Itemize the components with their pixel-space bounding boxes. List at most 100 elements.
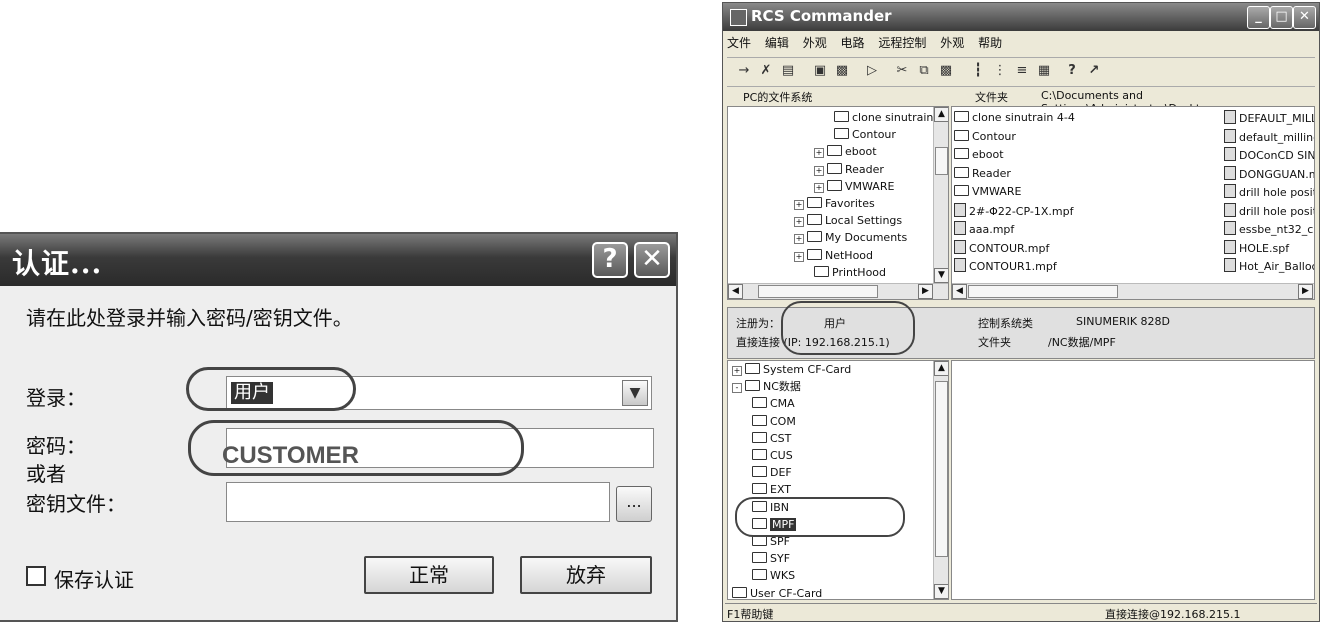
minimize-icon[interactable]: _ [1247, 6, 1270, 29]
pc-tree-pane[interactable]: ▲ ▼ ◀ ▶ clone sinutrain Contour + eboot + Rea… [727, 106, 949, 300]
expand-icon[interactable]: + [794, 217, 804, 228]
hscroll-thumb[interactable] [758, 285, 878, 298]
menu-edit[interactable]: 编辑 [765, 36, 789, 50]
cut-icon[interactable]: ✂ [893, 62, 911, 80]
rename-icon[interactable]: ┇ [969, 62, 987, 80]
save-icon[interactable]: ▤ [779, 62, 797, 80]
paste-icon[interactable]: ▩ [937, 62, 955, 80]
pc-file-list-pane[interactable]: ◀ ▶ clone sinutrain 4-4 Contour eboot Reade… [951, 106, 1315, 300]
help-icon[interactable]: ? [1063, 62, 1081, 80]
tree-item[interactable]: User CF-Card [732, 586, 822, 599]
context-help-icon[interactable]: ↗ [1085, 62, 1103, 80]
scroll-right-icon[interactable]: ▶ [918, 284, 933, 299]
scroll-down-icon[interactable]: ▼ [934, 268, 948, 283]
menu-help[interactable]: 帮助 [978, 36, 1002, 50]
list-item[interactable]: DOConCD SIN [1224, 147, 1314, 164]
scroll-thumb[interactable] [935, 147, 948, 175]
tree-item[interactable]: SYF [752, 551, 790, 567]
list-item[interactable]: DONGGUAN.m [1224, 165, 1314, 183]
tree-item[interactable]: + Reader [814, 162, 884, 178]
save-auth-checkbox[interactable] [26, 566, 46, 586]
tree-item[interactable]: + eboot [814, 144, 877, 160]
tree-item[interactable]: + Local Settings [794, 213, 902, 229]
close-button[interactable]: ✕ [634, 242, 670, 278]
expand-icon[interactable]: + [814, 148, 824, 159]
menu-view2[interactable]: 外观 [940, 36, 964, 50]
expand-icon[interactable]: + [814, 165, 824, 176]
list-item[interactable]: Contour [954, 129, 1016, 145]
copy-icon[interactable]: ⧉ [915, 62, 933, 80]
pc-tree-scrollbar[interactable]: ▲ ▼ [933, 107, 948, 283]
list-item[interactable]: eboot [954, 147, 1004, 163]
list-item[interactable]: HOLE.spf [1224, 239, 1289, 257]
connect-icon[interactable]: → [735, 62, 753, 80]
tree-item[interactable]: CST [752, 431, 791, 447]
keyfile-field[interactable] [226, 482, 610, 522]
list-item[interactable]: 2#-Φ22-CP-1X.mpf [954, 202, 1073, 220]
tree-item[interactable]: EXT [752, 482, 791, 498]
menu-remote[interactable]: 远程控制 [878, 36, 926, 50]
list-item[interactable]: CONTOUR.mpf [954, 239, 1049, 257]
expand-icon[interactable]: + [732, 366, 742, 376]
tree-item[interactable]: Contour [834, 127, 896, 143]
scroll-thumb[interactable] [935, 381, 948, 557]
browse-button[interactable]: ... [616, 486, 652, 522]
details-icon[interactable]: ≡ [1013, 62, 1031, 80]
list-item[interactable]: essbe_nt32_cl [1224, 221, 1314, 238]
list-item[interactable]: clone sinutrain 4-4 [954, 110, 1075, 126]
tree-item[interactable]: + NetHood [794, 248, 873, 264]
tree-item[interactable]: + My Documents [794, 230, 907, 246]
menu-view[interactable]: 外观 [803, 36, 827, 50]
list-item[interactable]: DEFAULT_MILL [1224, 110, 1314, 127]
open-icon[interactable]: ▷ [863, 62, 881, 80]
maximize-icon[interactable]: □ [1270, 6, 1293, 29]
list-item[interactable]: drill hole positio [1224, 184, 1314, 201]
list-item[interactable]: default_milling [1224, 128, 1314, 146]
tree-item[interactable]: DEF [752, 465, 792, 481]
tree-item[interactable]: clone sinutrain [834, 110, 933, 126]
expand-icon[interactable]: + [814, 182, 824, 193]
scroll-up-icon[interactable]: ▲ [934, 361, 948, 376]
help-button[interactable]: ? [592, 242, 628, 278]
list-icon[interactable]: ⋮ [991, 62, 1009, 80]
scroll-left-icon[interactable]: ◀ [728, 284, 743, 299]
list-item[interactable]: Reader [954, 166, 1011, 182]
list-item[interactable]: drill hole positio [1224, 202, 1314, 220]
tree-item[interactable]: WKS [752, 568, 795, 584]
list-item[interactable]: aaa.mpf [954, 221, 1014, 238]
tree-item[interactable]: CUS [752, 448, 793, 464]
collapse-icon[interactable]: - [732, 383, 742, 394]
scroll-up-icon[interactable]: ▲ [934, 107, 948, 122]
tree-item[interactable]: CMA [752, 396, 795, 412]
nc-tree-pane[interactable]: ▲ ▼ + System CF-Card - NC数据 CMA COM CST CUS DEF E… [727, 360, 949, 600]
tree-item[interactable]: + System CF-Card [732, 362, 851, 378]
scroll-down-icon[interactable]: ▼ [934, 584, 948, 599]
scroll-left-icon[interactable]: ◀ [952, 284, 967, 299]
nc-tree-scrollbar[interactable]: ▲ ▼ [933, 361, 948, 599]
chevron-down-icon[interactable]: ▼ [622, 380, 648, 406]
expand-icon[interactable]: + [794, 234, 804, 245]
menu-file[interactable]: 文件 [727, 36, 751, 50]
menu-circuit[interactable]: 电路 [841, 36, 865, 50]
list-item[interactable]: CONTOUR1.mpf [954, 258, 1057, 275]
tree-item[interactable]: + Favorites [794, 196, 875, 212]
tree-item[interactable]: + VMWARE [814, 179, 894, 195]
hscroll-thumb[interactable] [968, 285, 1118, 298]
expand-icon[interactable]: + [794, 251, 804, 262]
nc-file-list-pane[interactable] [951, 360, 1315, 600]
card-icon[interactable]: ▣ [811, 62, 829, 80]
list-item[interactable]: Hot_Air_Balloc [1224, 258, 1314, 275]
ok-button[interactable]: 正常 [364, 556, 494, 594]
tree-item[interactable]: - NC数据 [732, 379, 801, 395]
card2-icon[interactable]: ▩ [833, 62, 851, 80]
list-item[interactable]: VMWARE [954, 184, 1021, 200]
tree-item[interactable]: COM [752, 414, 796, 430]
tree-item[interactable]: PrintHood [814, 265, 886, 281]
close-icon[interactable]: ✕ [1293, 6, 1316, 29]
grid-icon[interactable]: ▦ [1035, 62, 1053, 80]
expand-icon[interactable]: + [794, 200, 804, 210]
disconnect-icon[interactable]: ✗ [757, 62, 775, 80]
cancel-button[interactable]: 放弃 [520, 556, 652, 594]
file-list-hscrollbar[interactable]: ◀ ▶ [952, 283, 1314, 299]
pc-tree-hscrollbar[interactable]: ◀ ▶ [728, 283, 948, 299]
